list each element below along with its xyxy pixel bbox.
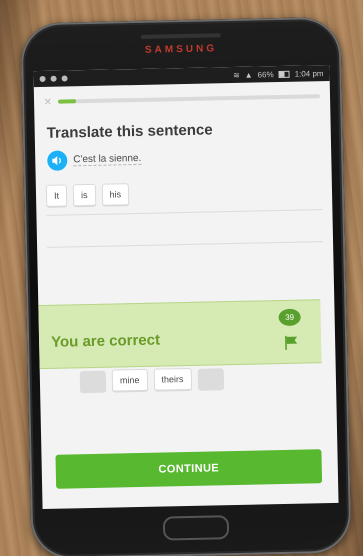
page-title: Translate this sentence — [46, 121, 213, 142]
correct-banner: You are correct 39 — [38, 299, 322, 370]
notification-icon — [61, 75, 68, 82]
phone-screen: ≋ ▲ 66% 1:04 pm × Translate this sentenc… — [33, 64, 339, 510]
speech-bubble-icon[interactable]: 39 — [278, 308, 301, 327]
notification-icon — [50, 75, 57, 82]
used-token-slot — [79, 370, 107, 393]
phone-brand: SAMSUNG — [144, 43, 218, 56]
battery-level: 66% — [257, 69, 274, 79]
discussion-count: 39 — [285, 312, 295, 322]
signal-icon: ▲ — [244, 70, 253, 80]
answer-tokens: It is his — [45, 183, 130, 208]
phone: SAMSUNG ≋ ▲ 66% 1:04 pm × Translate this… — [20, 16, 352, 556]
used-token-slot — [197, 367, 224, 391]
photo-scene: SAMSUNG ≋ ▲ 66% 1:04 pm × Translate this… — [0, 0, 363, 556]
lesson-progress-bar — [57, 94, 321, 104]
status-bar: ≋ ▲ 66% 1:04 pm — [33, 64, 330, 88]
answer-token[interactable]: his — [101, 183, 130, 207]
continue-button[interactable]: CONTINUE — [55, 449, 323, 489]
notification-icon — [39, 75, 46, 83]
speaker-icon[interactable] — [47, 150, 68, 171]
earpiece — [140, 33, 221, 39]
battery-icon — [278, 70, 290, 78]
prompt-sentence: C'est la sienne. — [73, 152, 142, 167]
status-left — [39, 75, 68, 83]
answer-token[interactable]: is — [72, 183, 96, 208]
lesson-progress-fill — [57, 99, 77, 104]
close-icon[interactable]: × — [44, 94, 52, 109]
home-button[interactable] — [162, 515, 230, 541]
lesson-progress-row: × — [44, 91, 321, 109]
word-bank-token[interactable]: theirs — [153, 367, 192, 392]
flag-icon[interactable] — [283, 335, 301, 351]
answer-line — [47, 241, 324, 248]
word-bank-token[interactable]: mine — [111, 368, 148, 393]
status-right: ≋ ▲ 66% 1:04 pm — [233, 69, 324, 80]
answer-line — [46, 209, 323, 216]
prompt-row: C'est la sienne. — [47, 149, 142, 171]
status-time: 1:04 pm — [294, 68, 324, 79]
word-bank: mine theirs — [79, 367, 224, 393]
feedback-message: You are correct — [50, 331, 161, 351]
speaker-icon-glyph — [52, 156, 61, 166]
answer-area: It is his — [45, 175, 324, 261]
wifi-icon: ≋ — [232, 70, 240, 80]
answer-token[interactable]: It — [45, 184, 68, 208]
